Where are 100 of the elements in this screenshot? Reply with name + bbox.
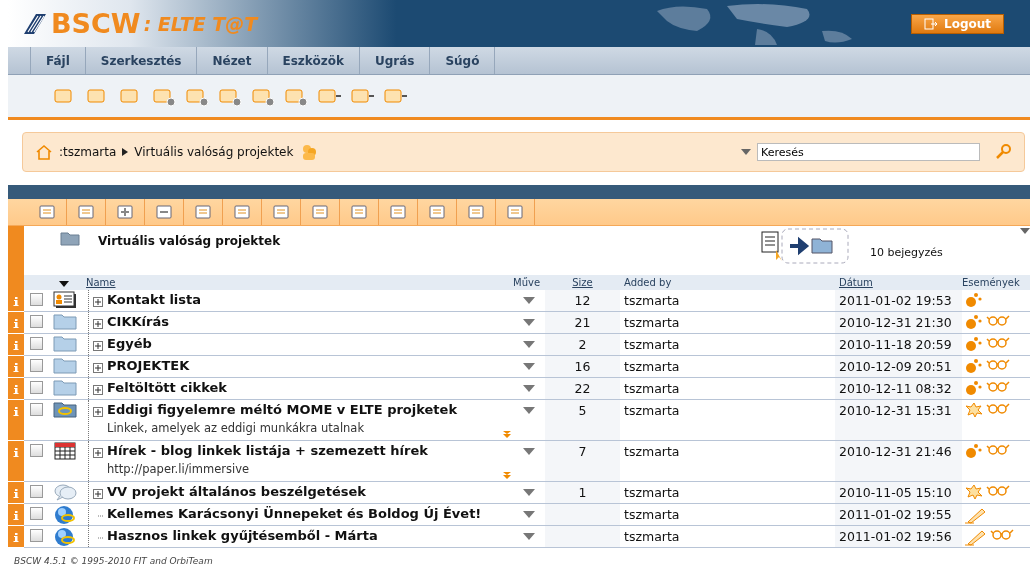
dropdown-arrow-icon[interactable]: [523, 489, 535, 496]
dropdown-arrow-icon[interactable]: [523, 407, 535, 414]
menu-item[interactable]: Súgó: [429, 47, 496, 74]
row-checkbox[interactable]: [29, 403, 43, 416]
row-checkbox[interactable]: [29, 293, 43, 306]
date-cell: 2010-12-31 21:30: [835, 312, 962, 333]
date-cell: 2011-01-02 19:53: [835, 290, 962, 311]
glasses-icon[interactable]: [986, 314, 1010, 326]
item-name-link[interactable]: Eddigi figyelemre méltó MOME v ELTE projketek: [107, 402, 458, 417]
folder-icon: [53, 335, 77, 352]
date-cell: 2010-12-09 20:51: [835, 356, 962, 377]
dropdown-arrow-icon[interactable]: [523, 363, 535, 370]
item-name-link[interactable]: Egyéb: [107, 336, 152, 351]
expand-icon[interactable]: [93, 385, 103, 395]
size-cell: 22: [545, 378, 620, 399]
dropdown-arrow-icon[interactable]: [523, 319, 535, 326]
size-cell: 7: [545, 441, 620, 481]
dots-icon[interactable]: [964, 358, 984, 374]
row-checkbox[interactable]: [29, 485, 43, 498]
column-header[interactable]: Name: [86, 277, 116, 288]
folder-icon: [53, 313, 77, 330]
menu-item[interactable]: Szerkesztés: [84, 47, 197, 74]
folder-icon: [53, 379, 77, 396]
glasses-icon[interactable]: [986, 402, 1010, 414]
item-name-link[interactable]: VV projekt általános beszélgetések: [107, 484, 366, 499]
row-checkbox[interactable]: [29, 381, 43, 394]
menu-item[interactable]: Nézet: [196, 47, 267, 74]
date-cell: 2010-12-31 21:46: [835, 441, 962, 481]
date-cell: 2010-11-05 15:10: [835, 482, 962, 503]
dots-icon[interactable]: [964, 443, 984, 459]
plus-icon[interactable]: [116, 204, 134, 220]
expand-icon[interactable]: [93, 489, 103, 499]
size-cell: 21: [545, 312, 620, 333]
date-cell: 2010-12-31 15:31: [835, 400, 962, 440]
dropdown-arrow-icon[interactable]: [523, 511, 535, 518]
contact-card-icon: [53, 291, 77, 309]
row-checkbox[interactable]: [29, 315, 43, 328]
glasses-icon[interactable]: [990, 528, 1014, 540]
column-header[interactable]: Added by: [624, 277, 672, 288]
dropdown-arrow-icon[interactable]: [1020, 228, 1030, 234]
menu-item[interactable]: Eszközök: [266, 47, 359, 74]
dots-icon[interactable]: [964, 314, 984, 330]
column-header[interactable]: Dátum: [839, 277, 873, 288]
expand-icon[interactable]: [93, 341, 103, 351]
expand-icon[interactable]: [93, 297, 103, 307]
home-icon[interactable]: [35, 144, 53, 160]
item-name-link[interactable]: Kellemes Karácsonyi Ünnepeket és Boldog Új Évet!: [107, 506, 482, 521]
date-cell: 2010-12-11 08:32: [835, 378, 962, 399]
expand-icon[interactable]: [93, 319, 103, 329]
folder-icon: [53, 357, 77, 374]
link-folder-icon: [53, 401, 77, 418]
item-name-link[interactable]: Feltöltött cikkek: [107, 380, 227, 395]
glasses-icon[interactable]: [986, 484, 1010, 496]
row-checkbox[interactable]: [29, 337, 43, 350]
dots-icon[interactable]: [964, 380, 984, 396]
search-icon[interactable]: [994, 144, 1012, 160]
date-cell: 2010-11-18 20:59: [835, 334, 962, 355]
glasses-icon[interactable]: [986, 358, 1010, 370]
row-checkbox[interactable]: [29, 529, 43, 542]
dropdown-arrow-icon[interactable]: [523, 448, 535, 455]
added-by-value: tszmarta: [624, 381, 680, 396]
expand-icon[interactable]: [93, 448, 103, 458]
burst-icon[interactable]: [964, 402, 984, 418]
dropdown-arrow-icon[interactable]: [523, 385, 535, 392]
dropdown-arrow-icon[interactable]: [523, 297, 535, 304]
item-name-link[interactable]: Hírek - blog linkek listája + szemezett hírek: [107, 443, 428, 458]
row-checkbox[interactable]: [29, 444, 43, 457]
column-header[interactable]: Események: [962, 277, 1020, 288]
dropdown-arrow-icon[interactable]: [741, 149, 751, 155]
expand-icon[interactable]: [93, 363, 103, 373]
dropdown-arrow-icon[interactable]: [523, 341, 535, 348]
expand-icon[interactable]: [93, 407, 103, 417]
dots-icon[interactable]: [964, 292, 984, 308]
item-name-link[interactable]: Kontakt lista: [107, 292, 202, 307]
expand-down-icon[interactable]: [503, 431, 511, 438]
size-cell: 5: [545, 400, 620, 440]
sort-arrow-icon[interactable]: [59, 281, 69, 287]
breadcrumb-link[interactable]: :tszmarta: [59, 145, 117, 159]
column-header[interactable]: Műve: [513, 277, 541, 288]
glasses-icon[interactable]: [986, 443, 1010, 455]
item-name-link[interactable]: PROJEKTEK: [107, 358, 190, 373]
search-field[interactable]: Keresés: [757, 143, 980, 161]
size-cell: 1: [545, 482, 620, 503]
item-name-link[interactable]: CIKKírás: [107, 314, 169, 329]
column-header[interactable]: Size: [572, 277, 593, 288]
breadcrumb-link[interactable]: Virtuális valóság projektek: [134, 145, 294, 159]
glasses-icon[interactable]: [986, 380, 1010, 392]
row-checkbox[interactable]: [29, 359, 43, 372]
menu-item[interactable]: Ugrás: [358, 47, 430, 74]
item-name-link[interactable]: Hasznos linkek gyűjtésemből - Márta: [107, 528, 378, 543]
menu-item[interactable]: Fájl: [30, 47, 85, 74]
burst-icon[interactable]: [964, 484, 984, 500]
logout-icon: [924, 18, 938, 30]
expand-down-icon[interactable]: [503, 472, 511, 479]
glasses-icon[interactable]: [986, 336, 1010, 348]
minus-icon[interactable]: [155, 204, 173, 220]
dots-icon[interactable]: [964, 336, 984, 352]
grid-icon: [54, 442, 76, 460]
dropdown-arrow-icon[interactable]: [523, 533, 535, 540]
row-checkbox[interactable]: [29, 507, 43, 520]
